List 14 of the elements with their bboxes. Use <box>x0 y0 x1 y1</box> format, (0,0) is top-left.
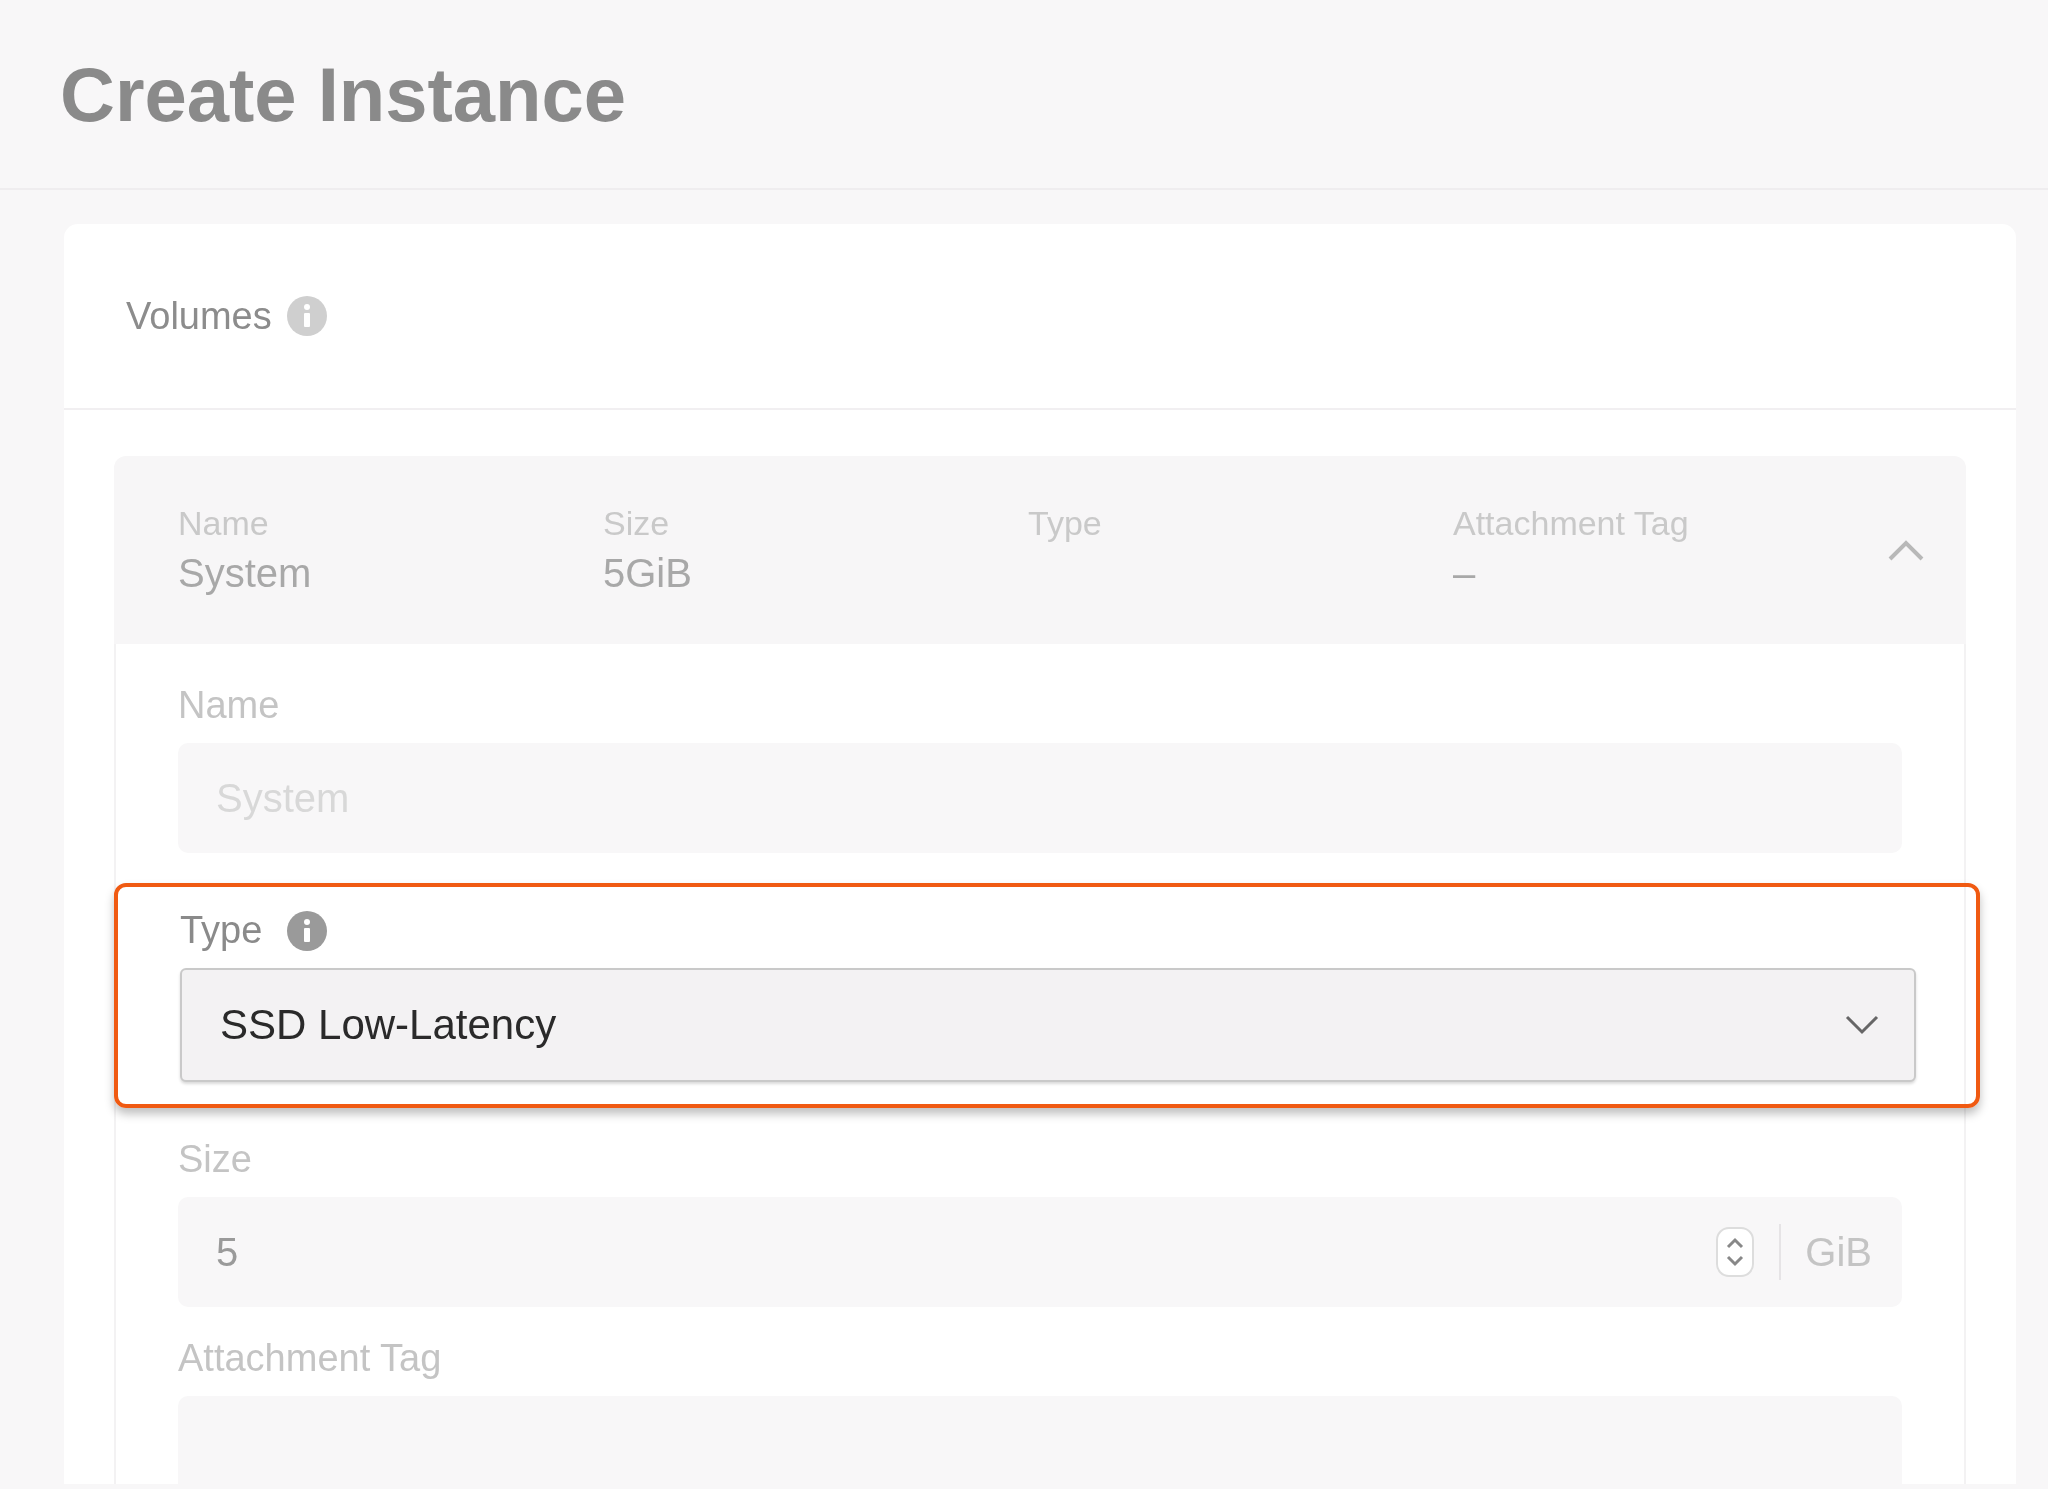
stepper-icon[interactable] <box>1715 1226 1756 1278</box>
field-label: Name <box>178 684 280 727</box>
field-label: Type <box>180 909 263 952</box>
field-label: Size <box>178 1138 252 1181</box>
page-title: Create Instance <box>60 50 627 138</box>
column-value: – <box>1453 550 1477 597</box>
section-title: Volumes <box>126 294 272 338</box>
column-value: System <box>178 550 313 597</box>
chevron-down-icon <box>1844 1014 1880 1036</box>
info-icon[interactable] <box>285 295 328 337</box>
type-dropdown[interactable]: SSD Low-Latency <box>180 968 1916 1082</box>
field-label: Attachment Tag <box>178 1337 442 1380</box>
info-icon[interactable] <box>286 909 329 952</box>
column-value: 5GiB <box>603 550 693 597</box>
